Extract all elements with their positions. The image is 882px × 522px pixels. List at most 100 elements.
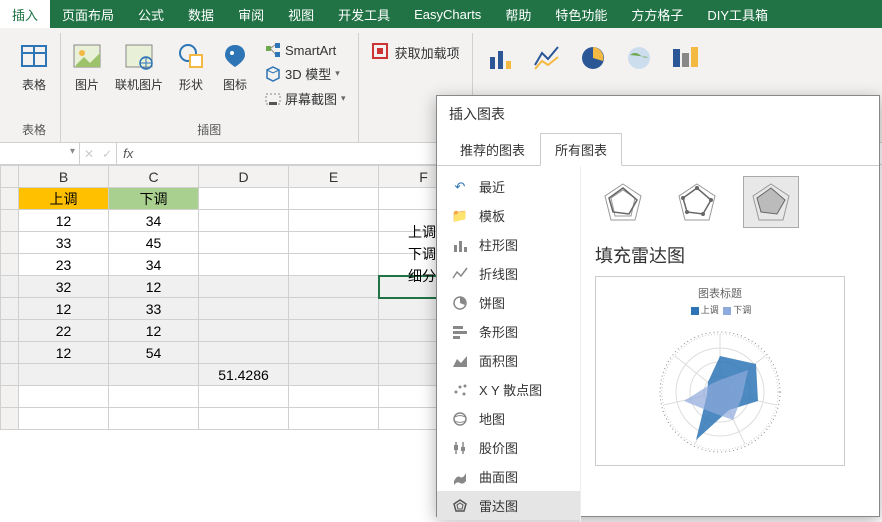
- icons-label: 图标: [223, 76, 247, 93]
- cell-header-C[interactable]: 下调: [109, 188, 199, 210]
- recent-icon: ↶: [451, 178, 469, 196]
- table-icon: [18, 40, 50, 72]
- radar-preview-icon: [645, 320, 795, 460]
- picture-label: 图片: [75, 76, 99, 93]
- avg-cell[interactable]: 51.4286: [199, 364, 289, 386]
- shapes-button[interactable]: 形状: [173, 38, 209, 95]
- online-picture-icon: [123, 40, 155, 72]
- subtype-radar-markers[interactable]: [669, 176, 725, 228]
- 3dmodel-label: 3D 模型: [285, 64, 331, 83]
- group-tables-label: 表格: [22, 119, 46, 142]
- tab-special[interactable]: 特色功能: [543, 0, 619, 28]
- fx-icon[interactable]: fx: [117, 146, 139, 161]
- scatter-icon: [451, 381, 469, 399]
- tab-dev[interactable]: 开发工具: [326, 0, 402, 28]
- tab-insert[interactable]: 插入: [0, 0, 50, 28]
- cell[interactable]: 33: [19, 232, 109, 254]
- chart-gallery-more-button[interactable]: [665, 38, 705, 78]
- cell[interactable]: 12: [109, 276, 199, 298]
- stock-icon: [451, 439, 469, 457]
- screenshot-button[interactable]: 屏幕截图 ▾: [261, 87, 350, 110]
- icons-button[interactable]: 图标: [217, 38, 253, 95]
- fb-cancel-icon[interactable]: ✕: [84, 147, 94, 161]
- tab-review[interactable]: 审阅: [226, 0, 276, 28]
- cell[interactable]: 12: [19, 210, 109, 232]
- cell[interactable]: 34: [109, 254, 199, 276]
- col-B[interactable]: B: [19, 166, 109, 188]
- table-button[interactable]: 表格: [16, 38, 52, 95]
- chart-preview[interactable]: 图表标题 上调 下调: [595, 276, 845, 466]
- tab-diy[interactable]: DIY工具箱: [695, 0, 780, 28]
- type-recent[interactable]: ↶最近: [437, 172, 580, 201]
- cell[interactable]: 33: [109, 298, 199, 320]
- type-line[interactable]: 折线图: [437, 259, 580, 288]
- tab-formulas[interactable]: 公式: [126, 0, 176, 28]
- screenshot-icon: [265, 91, 281, 107]
- name-box[interactable]: [0, 143, 80, 164]
- cell[interactable]: 23: [19, 254, 109, 276]
- cell[interactable]: 54: [109, 342, 199, 364]
- pie-icon: [451, 294, 469, 312]
- cell[interactable]: 12: [19, 298, 109, 320]
- chart-gallery-bar-button[interactable]: [481, 38, 521, 78]
- cell-header-B[interactable]: 上调: [19, 188, 109, 210]
- type-scatter[interactable]: X Y 散点图: [437, 375, 580, 404]
- subtype-radar-filled[interactable]: [743, 176, 799, 228]
- col-E[interactable]: E: [289, 166, 379, 188]
- col-D[interactable]: D: [199, 166, 289, 188]
- tab-help[interactable]: 帮助: [493, 0, 543, 28]
- dialog-tab-recommended[interactable]: 推荐的图表: [445, 133, 540, 166]
- template-icon: 📁: [451, 207, 469, 225]
- type-area[interactable]: 面积图: [437, 346, 580, 375]
- 3dmodel-icon: [265, 66, 281, 82]
- picture-icon: [71, 40, 103, 72]
- fb-confirm-icon[interactable]: ✓: [102, 147, 112, 161]
- addins-icon: [371, 42, 389, 63]
- type-column[interactable]: 柱形图: [437, 230, 580, 259]
- tab-view[interactable]: 视图: [276, 0, 326, 28]
- chart-gallery-line-button[interactable]: [527, 38, 567, 78]
- picture-button[interactable]: 图片: [69, 38, 105, 95]
- tab-ffgz[interactable]: 方方格子: [619, 0, 695, 28]
- cell[interactable]: 32: [19, 276, 109, 298]
- subtype-title: 填充雷达图: [595, 242, 865, 268]
- dialog-tab-all[interactable]: 所有图表: [540, 133, 622, 166]
- cell[interactable]: 12: [19, 342, 109, 364]
- type-template[interactable]: 📁模板: [437, 201, 580, 230]
- type-bar[interactable]: 条形图: [437, 317, 580, 346]
- cell[interactable]: 12: [109, 320, 199, 342]
- grid[interactable]: B C D E F 上调 下调 1234 3345 2334 32121 123…: [0, 165, 469, 430]
- type-map[interactable]: 地图: [437, 404, 580, 433]
- col-C[interactable]: C: [109, 166, 199, 188]
- smartart-button[interactable]: SmartArt: [261, 40, 350, 60]
- tab-data[interactable]: 数据: [176, 0, 226, 28]
- smartart-icon: [265, 42, 281, 58]
- subtype-radar[interactable]: [595, 176, 651, 228]
- icons-icon: [219, 40, 251, 72]
- map-icon: [451, 410, 469, 428]
- type-pie[interactable]: 饼图: [437, 288, 580, 317]
- group-illustrations-label: 插图: [197, 119, 221, 142]
- 3dmodel-button[interactable]: 3D 模型 ▾: [261, 62, 350, 85]
- cell[interactable]: 45: [109, 232, 199, 254]
- cell[interactable]: 22: [19, 320, 109, 342]
- bar-icon: [451, 323, 469, 341]
- tab-page-layout[interactable]: 页面布局: [50, 0, 126, 28]
- chart-gallery-map-button[interactable]: [619, 38, 659, 78]
- right-side-labels: 上调 下调 细分: [382, 221, 436, 287]
- online-picture-button[interactable]: 联机图片: [113, 38, 165, 95]
- get-addins-label: 获取加载项: [395, 43, 460, 62]
- dialog-title: 插入图表: [437, 96, 879, 132]
- area-icon: [451, 352, 469, 370]
- type-radar[interactable]: 雷达图: [437, 491, 580, 520]
- tab-easycharts[interactable]: EasyCharts: [402, 0, 493, 28]
- preview-title: 图表标题: [604, 285, 836, 301]
- type-surface[interactable]: 曲面图: [437, 462, 580, 491]
- select-all[interactable]: [1, 166, 19, 188]
- type-stock[interactable]: 股价图: [437, 433, 580, 462]
- get-addins-button[interactable]: 获取加载项: [367, 38, 464, 67]
- chart-gallery-pie-button[interactable]: [573, 38, 613, 78]
- cell[interactable]: 34: [109, 210, 199, 232]
- ribbon-tabs: 插入 页面布局 公式 数据 审阅 视图 开发工具 EasyCharts 帮助 特…: [0, 0, 882, 28]
- screenshot-label: 屏幕截图: [285, 89, 337, 108]
